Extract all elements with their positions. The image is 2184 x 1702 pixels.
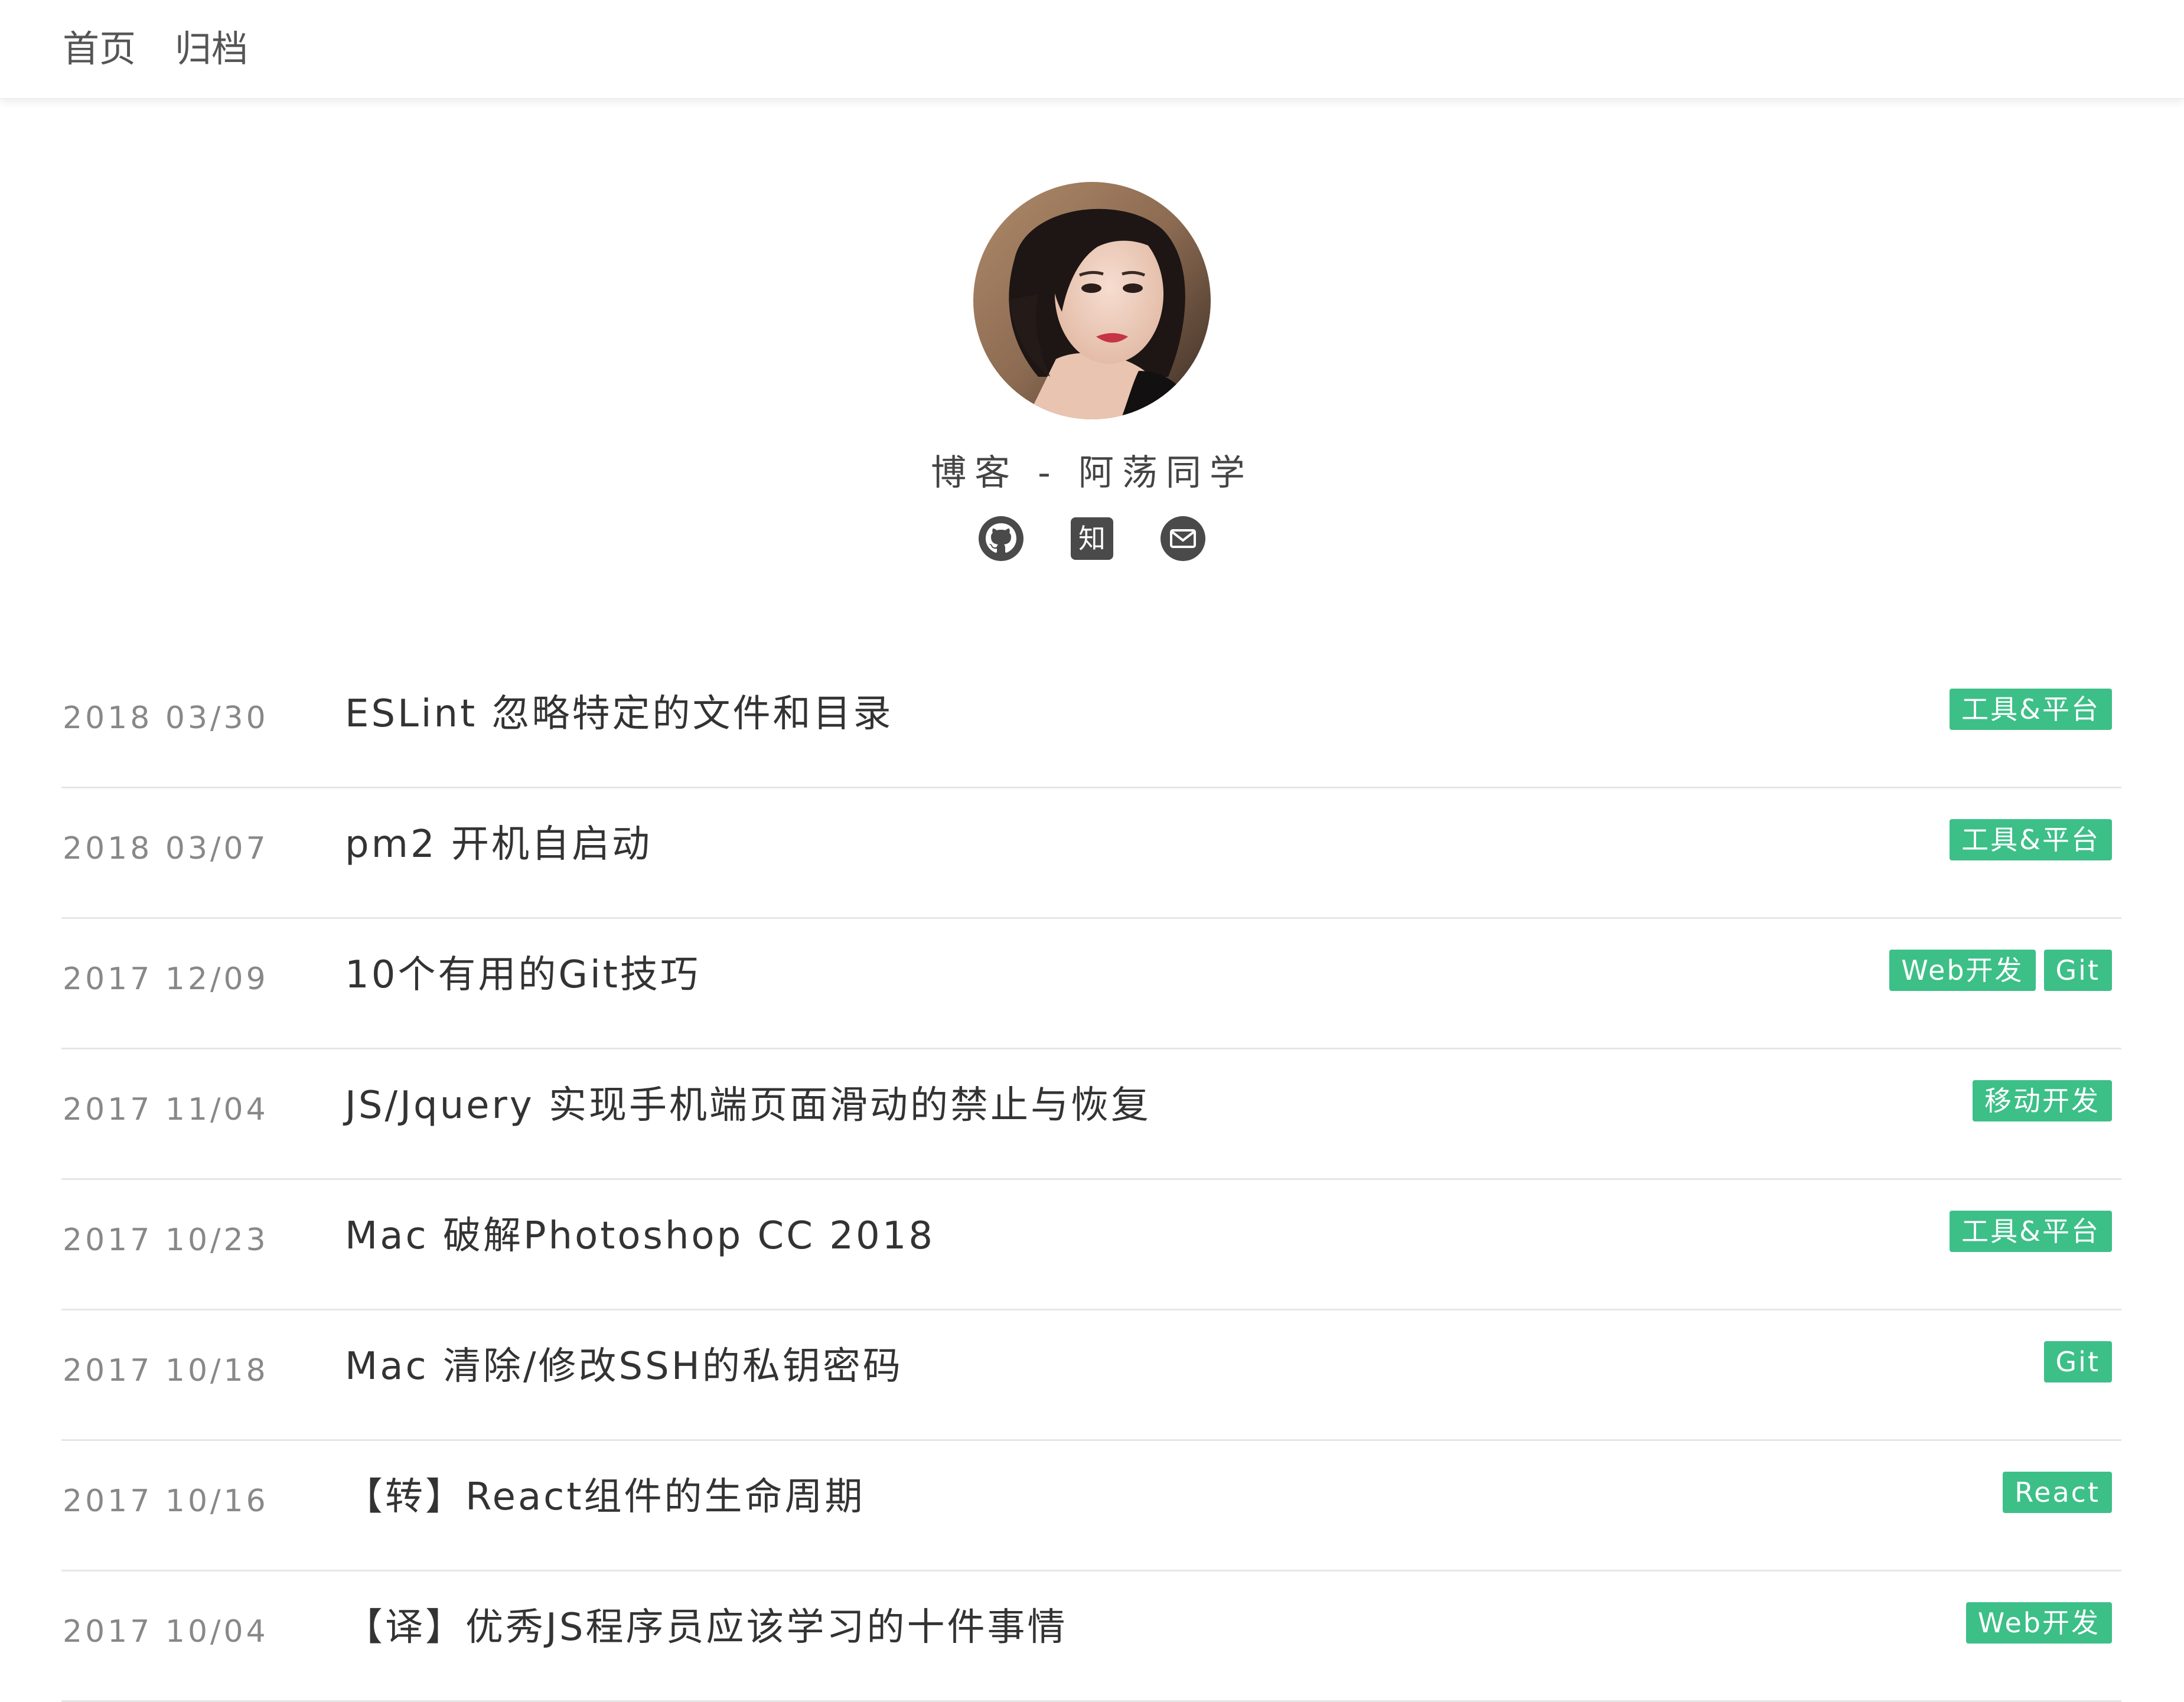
tag-badge[interactable]: Git — [2043, 950, 2112, 991]
tag-badge[interactable]: React — [2003, 1472, 2112, 1513]
post-tags: 工具&平台 — [1950, 689, 2112, 730]
post-title-link[interactable]: ESLint 忽略特定的文件和目录 — [345, 687, 894, 741]
post-row: 2017 10/16 【转】React组件的生命周期 React — [61, 1441, 2121, 1571]
post-date: 2017 10/16 — [63, 1483, 269, 1519]
github-icon[interactable] — [977, 515, 1025, 562]
post-date: 2018 03/07 — [63, 831, 269, 866]
blog-title: 博客 - 阿荡同学 — [931, 452, 1253, 494]
post-title-link[interactable]: 【转】React组件的生命周期 — [345, 1470, 865, 1524]
post-row: 2017 10/23 Mac 破解Photoshop CC 2018 工具&平台 — [61, 1180, 2121, 1310]
post-date: 2018 03/30 — [63, 700, 269, 736]
zhihu-icon[interactable]: 知 — [1068, 515, 1116, 562]
post-row: 2018 03/07 pm2 开机自启动 工具&平台 — [61, 788, 2121, 919]
post-list: 2018 03/30 ESLint 忽略特定的文件和目录 工具&平台 2018 03/… — [61, 658, 2121, 1702]
post-date: 2017 11/04 — [63, 1092, 269, 1127]
post-tags: 工具&平台 — [1950, 819, 2112, 860]
post-row: 2018 03/30 ESLint 忽略特定的文件和目录 工具&平台 — [61, 658, 2121, 788]
post-title-link[interactable]: Mac 破解Photoshop CC 2018 — [345, 1209, 935, 1263]
post-row: 2017 11/04 JS/Jquery 实现手机端页面滑动的禁止与恢复 移动开发 — [61, 1049, 2121, 1180]
post-tags: 工具&平台 — [1950, 1211, 2112, 1252]
social-links: 知 — [0, 515, 2184, 562]
avatar-image — [973, 182, 1211, 419]
tag-badge[interactable]: 工具&平台 — [1950, 819, 2112, 860]
post-title-link[interactable]: JS/Jquery 实现手机端页面滑动的禁止与恢复 — [345, 1079, 1151, 1132]
post-row: 2017 12/09 10个有用的Git技巧 Web开发 Git — [61, 919, 2121, 1049]
post-row: 2017 10/04 【译】优秀JS程序员应该学习的十件事情 Web开发 — [61, 1571, 2121, 1702]
tag-badge[interactable]: 移动开发 — [1973, 1080, 2112, 1121]
post-title-link[interactable]: Mac 清除/修改SSH的私钥密码 — [345, 1340, 903, 1393]
post-title-link[interactable]: pm2 开机自启动 — [345, 818, 652, 871]
post-date: 2017 12/09 — [63, 961, 269, 997]
profile-section: 博客 - 阿荡同学 知 — [0, 177, 2184, 591]
post-tags: React — [2003, 1472, 2112, 1513]
post-date: 2017 10/18 — [63, 1353, 269, 1388]
top-nav: 首页 归档 — [0, 0, 2184, 99]
tag-badge[interactable]: Web开发 — [1889, 950, 2036, 991]
post-title-link[interactable]: 【译】优秀JS程序员应该学习的十件事情 — [345, 1601, 1068, 1654]
tag-badge[interactable]: 工具&平台 — [1950, 1211, 2112, 1252]
post-date: 2017 10/04 — [63, 1614, 269, 1649]
avatar — [973, 182, 1211, 419]
nav-archive-link[interactable]: 归档 — [175, 22, 248, 76]
post-tags: Git — [2043, 1341, 2112, 1383]
post-tags: Web开发 Git — [1889, 950, 2112, 991]
post-tags: Web开发 — [1965, 1602, 2112, 1644]
tag-badge[interactable]: Web开发 — [1965, 1602, 2112, 1644]
svg-text:知: 知 — [1078, 523, 1106, 555]
tag-badge[interactable]: Git — [2043, 1341, 2112, 1383]
tag-badge[interactable]: 工具&平台 — [1950, 689, 2112, 730]
nav-home-link[interactable]: 首页 — [63, 22, 136, 76]
mail-icon[interactable] — [1159, 515, 1207, 562]
post-row: 2017 10/18 Mac 清除/修改SSH的私钥密码 Git — [61, 1310, 2121, 1441]
post-title-link[interactable]: 10个有用的Git技巧 — [345, 948, 700, 1002]
post-tags: 移动开发 — [1973, 1080, 2112, 1121]
post-date: 2017 10/23 — [63, 1222, 269, 1258]
